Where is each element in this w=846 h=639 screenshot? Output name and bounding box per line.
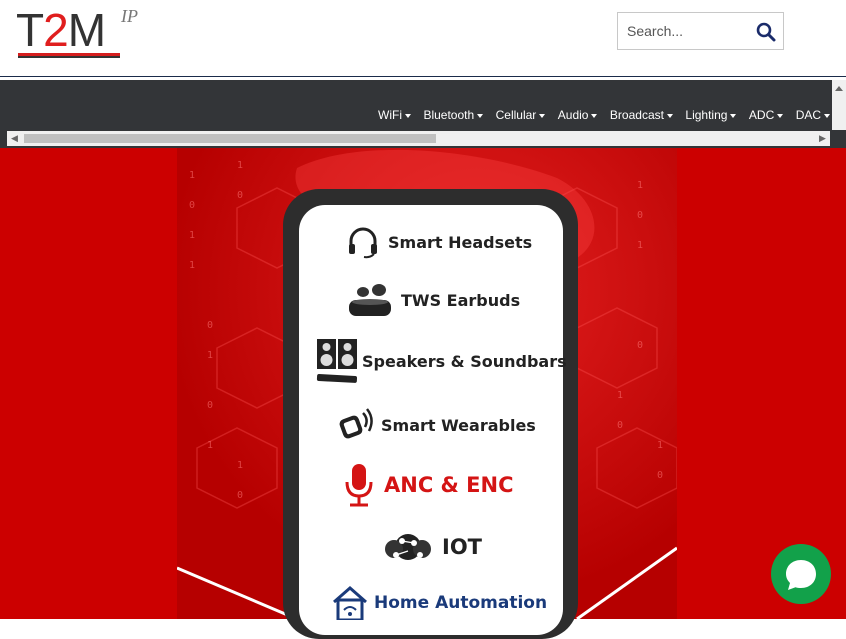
search-button[interactable] xyxy=(754,20,778,44)
nav-item-bluetooth[interactable]: Bluetooth xyxy=(423,108,483,122)
caret-down-icon xyxy=(477,114,483,118)
headset-icon xyxy=(346,225,380,259)
feature-smart-wearables: Smart Wearables xyxy=(335,405,536,445)
feature-label: ANC & ENC xyxy=(384,473,514,497)
svg-text:0: 0 xyxy=(189,200,195,211)
svg-text:0: 0 xyxy=(637,210,643,221)
nav-label: ADC xyxy=(749,108,774,122)
svg-text:0: 0 xyxy=(207,400,213,411)
scroll-right-icon[interactable]: ▶ xyxy=(815,131,830,146)
svg-text:0: 0 xyxy=(207,320,213,331)
caret-down-icon xyxy=(777,114,783,118)
nav-item-broadcast[interactable]: Broadcast xyxy=(610,108,673,122)
nav-label: Lighting xyxy=(685,108,727,122)
nav-menu: WiFi Bluetooth Cellular Audio Broadcast … xyxy=(378,106,846,124)
feature-tws-earbuds: TWS Earbuds xyxy=(347,280,520,320)
svg-text:0: 0 xyxy=(617,420,623,431)
feature-label: TWS Earbuds xyxy=(401,291,520,310)
scrollbar-thumb[interactable] xyxy=(24,134,436,143)
logo-ip-superscript: IP xyxy=(121,6,138,27)
search-icon xyxy=(754,20,778,44)
svg-text:1: 1 xyxy=(189,230,195,241)
svg-text:1: 1 xyxy=(189,170,195,181)
svg-text:0: 0 xyxy=(237,490,243,501)
svg-text:1: 1 xyxy=(207,440,213,451)
nav-label: Audio xyxy=(558,108,589,122)
smartwatch-icon xyxy=(335,405,375,445)
feature-iot: IOT xyxy=(382,527,482,567)
svg-text:1: 1 xyxy=(617,390,623,401)
svg-text:0: 0 xyxy=(637,340,643,351)
logo-text: T2M xyxy=(16,6,105,54)
svg-text:1: 1 xyxy=(657,440,663,451)
feature-label: Smart Wearables xyxy=(381,416,536,435)
nav-label: Bluetooth xyxy=(423,108,474,122)
iot-icon xyxy=(382,527,434,567)
chat-bubble-icon xyxy=(771,544,831,604)
nav-label: Broadcast xyxy=(610,108,664,122)
svg-text:1: 1 xyxy=(207,350,213,361)
feature-label: IOT xyxy=(442,535,482,559)
svg-text:1: 1 xyxy=(637,180,643,191)
feature-speakers-soundbars: Speakers & Soundbars xyxy=(316,337,567,385)
microphone-icon xyxy=(344,462,374,508)
nav-label: DAC xyxy=(796,108,821,122)
scroll-up-icon xyxy=(832,82,846,96)
svg-text:1: 1 xyxy=(637,240,643,251)
caret-down-icon xyxy=(405,114,411,118)
caret-down-icon xyxy=(591,114,597,118)
feature-home-automation: Home Automation xyxy=(332,586,547,620)
svg-text:1: 1 xyxy=(189,260,195,271)
nav-item-adc[interactable]: ADC xyxy=(749,108,783,122)
nav-item-lighting[interactable]: Lighting xyxy=(685,108,736,122)
caret-down-icon xyxy=(730,114,736,118)
earbuds-icon xyxy=(347,280,393,320)
horizontal-scrollbar[interactable]: ◀ ▶ xyxy=(7,131,830,146)
nav-item-cellular[interactable]: Cellular xyxy=(496,108,546,122)
search-input[interactable] xyxy=(618,13,757,49)
t2m-logo[interactable]: T2M IP xyxy=(16,6,146,60)
site-header: T2M IP xyxy=(0,0,846,77)
nav-item-audio[interactable]: Audio xyxy=(558,108,598,122)
feature-smart-headsets: Smart Headsets xyxy=(346,225,532,259)
chat-widget-button[interactable] xyxy=(771,544,831,604)
search-box xyxy=(617,12,784,50)
caret-down-icon xyxy=(824,114,830,118)
caret-down-icon xyxy=(539,114,545,118)
nav-label: WiFi xyxy=(378,108,402,122)
feature-label: Smart Headsets xyxy=(388,233,532,252)
nav-item-wifi[interactable]: WiFi xyxy=(378,108,411,122)
svg-text:0: 0 xyxy=(657,470,663,481)
svg-text:1: 1 xyxy=(237,460,243,471)
vertical-scrollbar[interactable] xyxy=(832,80,846,130)
smart-home-icon xyxy=(332,586,368,620)
caret-down-icon xyxy=(667,114,673,118)
svg-text:1: 1 xyxy=(237,160,243,171)
feature-label: Home Automation xyxy=(374,593,547,613)
nav-item-dac[interactable]: DAC xyxy=(796,108,830,122)
speaker-icon xyxy=(316,337,358,385)
nav-label: Cellular xyxy=(496,108,537,122)
feature-anc-enc: ANC & ENC xyxy=(344,462,514,508)
logo-underline-dark xyxy=(18,56,120,58)
scroll-left-icon[interactable]: ◀ xyxy=(7,131,22,146)
svg-text:0: 0 xyxy=(237,190,243,201)
feature-label: Speakers & Soundbars xyxy=(362,352,567,371)
